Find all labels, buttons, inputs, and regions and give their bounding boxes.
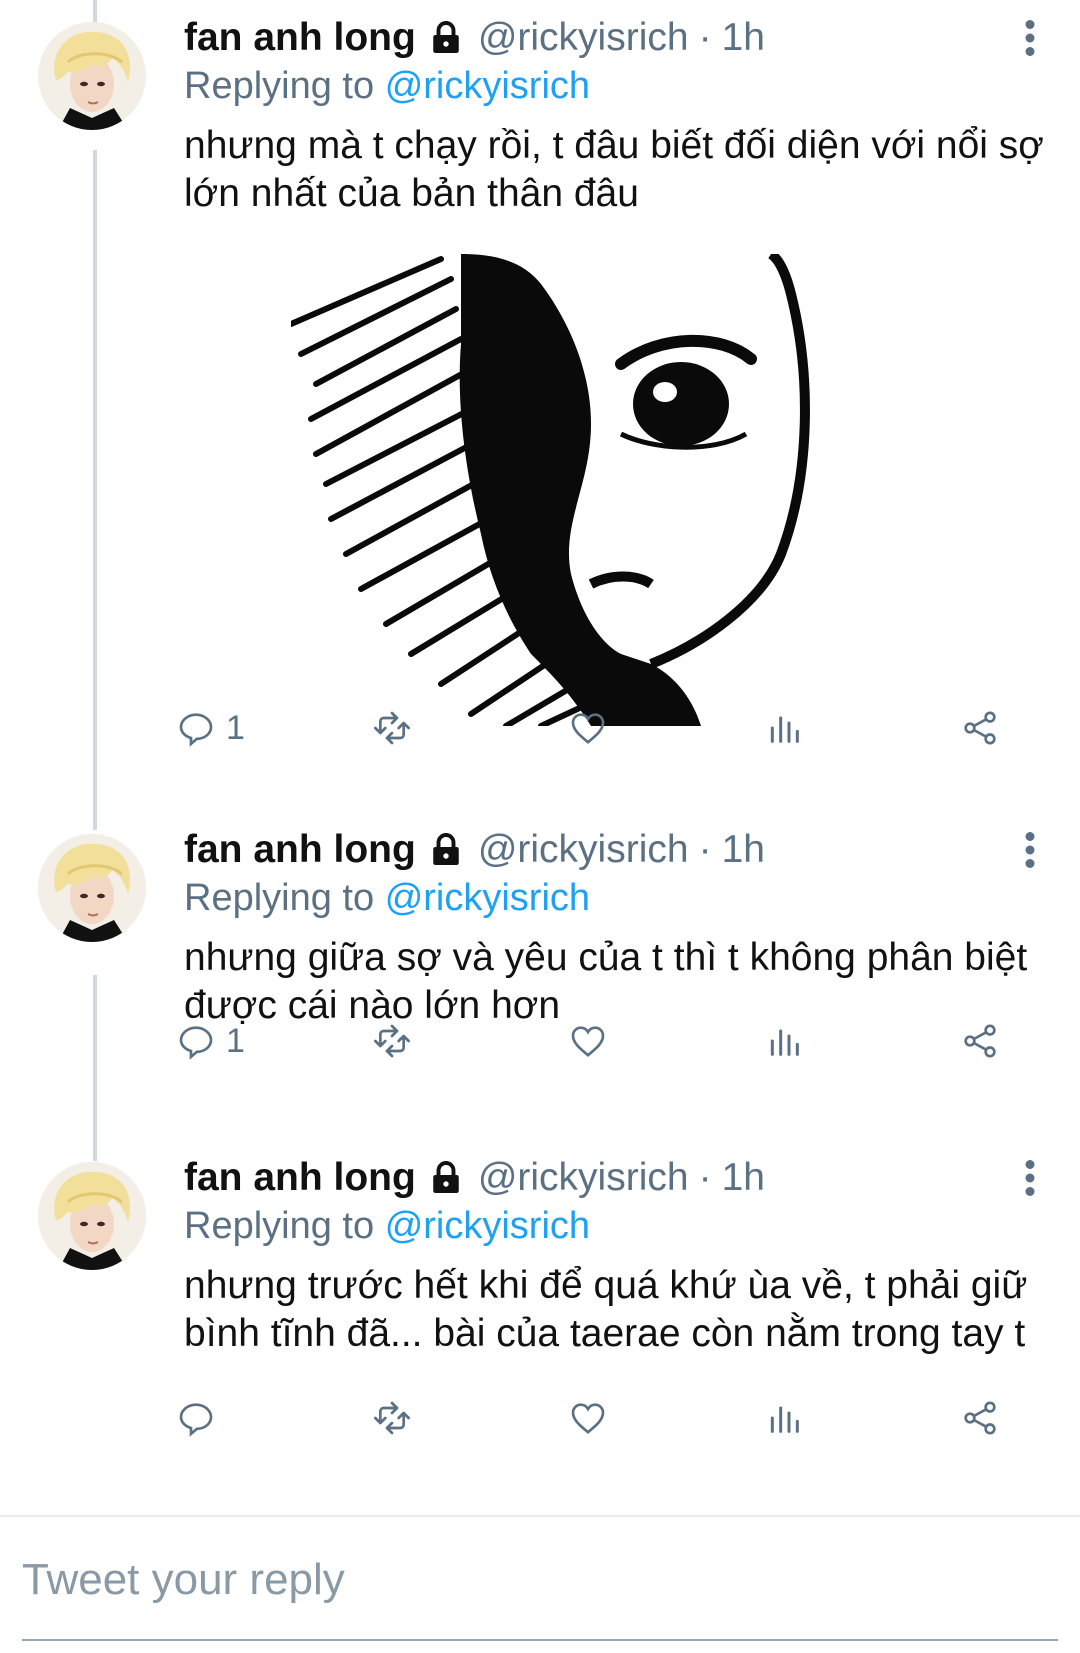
tweet-header: fan anh long @rickyisrich · 1h: [184, 14, 1052, 62]
mention-link[interactable]: @rickyisrich: [385, 1205, 590, 1247]
mention-link[interactable]: @rickyisrich: [385, 877, 590, 919]
reply-count: 1: [226, 1021, 245, 1060]
reply-button[interactable]: 1: [176, 704, 245, 752]
mention-link[interactable]: @rickyisrich: [385, 65, 590, 107]
like-icon: [568, 1021, 608, 1061]
retweet-button[interactable]: [372, 704, 412, 752]
tweet-text: nhưng trước hết khi để quá khứ ùa về, t …: [184, 1264, 1028, 1355]
replying-to: Replying to @rickyisrich: [184, 62, 1052, 110]
tweet-text: nhưng mà t chạy rồi, t đâu biết đối diện…: [184, 124, 1044, 215]
like-icon: [568, 1398, 608, 1438]
replying-label: Replying to: [184, 877, 375, 919]
analytics-button[interactable]: [764, 1017, 804, 1065]
like-icon: [568, 708, 608, 748]
analytics-icon: [764, 1021, 804, 1061]
tweet-actions: [179, 1394, 1024, 1442]
replying-to: Replying to @rickyisrich: [184, 1202, 1052, 1250]
retweet-button[interactable]: [372, 1017, 412, 1065]
more-icon[interactable]: [1008, 1156, 1052, 1200]
share-button[interactable]: [960, 1394, 1000, 1442]
tweet-text: nhưng giữa sợ và yêu của t thì t không p…: [184, 936, 1028, 1027]
reply-icon: [176, 708, 216, 748]
replying-to: Replying to @rickyisrich: [184, 874, 1052, 922]
username[interactable]: @rickyisrich: [478, 1156, 689, 1200]
retweet-icon: [372, 708, 412, 748]
reply-button[interactable]: [176, 1394, 226, 1442]
separator-dot: ·: [698, 1156, 712, 1199]
tweet-actions: 1: [179, 1017, 1024, 1065]
like-button[interactable]: [568, 704, 608, 752]
reply-icon: [176, 1398, 216, 1438]
share-icon: [960, 1398, 1000, 1438]
tweet-header: fan anh long @rickyisrich · 1h: [184, 1154, 1052, 1202]
replying-label: Replying to: [184, 65, 375, 107]
lock-icon: [428, 20, 464, 56]
lock-icon: [428, 832, 464, 868]
analytics-icon: [764, 708, 804, 748]
share-button[interactable]: [960, 1017, 1000, 1065]
like-button[interactable]: [568, 1394, 608, 1442]
manga-face-drawing: [291, 254, 825, 726]
lock-icon: [428, 1160, 464, 1196]
username[interactable]: @rickyisrich: [478, 16, 689, 60]
tweet-reply-input[interactable]: [22, 1545, 1058, 1615]
reply-input-underline: [22, 1639, 1058, 1641]
avatar[interactable]: [38, 834, 146, 942]
separator-dot: ·: [698, 16, 712, 59]
analytics-button[interactable]: [764, 704, 804, 752]
reply-count: 1: [226, 708, 245, 747]
analytics-button[interactable]: [764, 1394, 804, 1442]
display-name[interactable]: fan anh long: [184, 828, 416, 872]
display-name[interactable]: fan anh long: [184, 16, 416, 60]
tweet[interactable]: fan anh long @rickyisrich · 1h Replying …: [0, 1140, 1080, 1516]
more-icon[interactable]: [1008, 828, 1052, 872]
display-name[interactable]: fan anh long: [184, 1156, 416, 1200]
share-icon: [960, 1021, 1000, 1061]
tweet[interactable]: fan anh long @rickyisrich · 1h Replying …: [0, 812, 1080, 1140]
username[interactable]: @rickyisrich: [478, 828, 689, 872]
like-button[interactable]: [568, 1017, 608, 1065]
share-button[interactable]: [960, 704, 1000, 752]
share-icon: [960, 708, 1000, 748]
retweet-button[interactable]: [372, 1394, 412, 1442]
reply-composer: [0, 1517, 1080, 1653]
tweet-actions: 1: [179, 704, 1024, 752]
tweet[interactable]: fan anh long @rickyisrich · 1h Replying …: [0, 0, 1080, 812]
avatar[interactable]: [38, 1162, 146, 1270]
separator-dot: ·: [698, 828, 712, 871]
retweet-icon: [372, 1398, 412, 1438]
reply-icon: [176, 1021, 216, 1061]
replying-label: Replying to: [184, 1205, 375, 1247]
analytics-icon: [764, 1398, 804, 1438]
reply-button[interactable]: 1: [176, 1017, 245, 1065]
retweet-icon: [372, 1021, 412, 1061]
timestamp[interactable]: 1h: [722, 1156, 765, 1200]
tweet-header: fan anh long @rickyisrich · 1h: [184, 826, 1052, 874]
more-icon[interactable]: [1008, 16, 1052, 60]
avatar[interactable]: [38, 22, 146, 130]
timestamp[interactable]: 1h: [722, 16, 765, 60]
timestamp[interactable]: 1h: [722, 828, 765, 872]
tweet-media-image[interactable]: [291, 254, 825, 726]
